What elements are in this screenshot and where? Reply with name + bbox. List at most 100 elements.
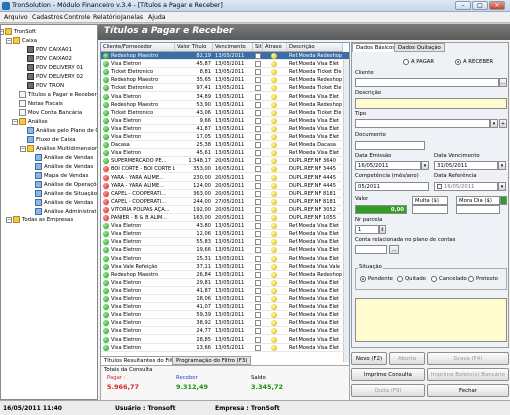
sit-checkbox[interactable] [255,223,261,230]
table-row[interactable]: Visa Vale Refeição 37,11 13/05/2011 Ref.Moe… [101,263,349,271]
tree-node-item[interactable]: Títulos a Pagar e Receber [19,90,97,99]
sit-checkbox[interactable] [255,328,261,335]
a-receber-radio[interactable] [455,59,461,65]
col-header-descricao[interactable]: Descrição [287,43,343,52]
conta-lookup-button[interactable]: … [389,245,399,254]
table-row[interactable]: Visa Eletron 18,06 13/05/2011 Ref.Moeda Vis… [101,295,349,304]
mora-select[interactable]: Mora Dia ($) [456,196,500,205]
cliente-lookup-button[interactable]: … [499,78,507,87]
menu-controle[interactable]: Controle [64,14,90,21]
table-row[interactable]: Visa Eletron 15,31 13/05/2011 Ref.Moeda Vis… [101,255,349,263]
table-row[interactable]: Visa Eletron 12,06 13/05/2011 Ref.Moeda Vis… [101,230,349,239]
quitado-radio[interactable] [397,276,403,282]
sit-checkbox[interactable] [255,85,261,92]
table-row[interactable]: Redeshop Maestro 53,90 13/05/2011 Ref.Moeda… [101,101,349,109]
sit-checkbox[interactable] [255,279,261,286]
sit-checkbox[interactable] [255,304,261,311]
table-row[interactable]: Visa Eletron 38,92 13/05/2011 Ref.Moeda Vis… [101,319,349,328]
table-row[interactable]: Visa Eletron 43,80 13/05/2011 Ref.Moeda Vis… [101,222,349,231]
table-row[interactable]: Visa Eletron 24,77 13/05/2011 Ref.Moeda Vis… [101,327,349,336]
maximize-icon[interactable]: □ [472,1,488,10]
sit-checkbox[interactable] [255,53,261,59]
sit-checkbox[interactable] [255,69,261,76]
imprime-boleto-button[interactable]: Imprime Boleto(s) Bancário [427,368,509,381]
sit-checkbox[interactable] [255,142,261,149]
sit-checkbox[interactable] [255,174,261,181]
emissao-field[interactable]: 16/05/2011 [355,161,421,170]
table-row[interactable]: Visa Eletron 55,83 13/05/2011 Ref.Moeda Vis… [101,238,349,247]
table-row[interactable]: YARA - YARA ALIME... 230,00 20/05/2011 DUPL… [101,174,349,182]
table-row[interactable]: Visa Eletron 41,07 13/05/2011 Ref.Moeda Vis… [101,303,349,312]
sit-checkbox[interactable] [255,215,261,221]
table-row[interactable]: Visa Eletron 29,81 13/05/2011 Ref.Moeda Vis… [101,279,349,287]
sit-checkbox[interactable] [255,150,261,157]
close-icon[interactable]: × [489,1,505,10]
multa-field[interactable] [412,205,448,214]
referencia-chevron-down-icon[interactable]: ▾ [498,182,506,191]
sit-checkbox[interactable] [255,312,261,319]
tree-node-pdv[interactable]: PDV DELIVERY 02 [27,72,83,81]
col-header-valor[interactable]: Valor Título [175,43,213,52]
referencia-field[interactable]: 16/05/2011 [434,182,498,191]
sit-checkbox[interactable] [255,166,261,173]
vencimento-chevron-down-icon[interactable]: ▾ [498,161,506,170]
a-pagar-radio[interactable] [403,59,409,65]
tab-dados-quitacao[interactable]: Dados Quitação [394,43,445,52]
tree-node-item[interactable]: Mov Conta Bancária [19,108,82,117]
tree-node-multi[interactable]: Análise de Vendas [35,162,93,171]
conta-field[interactable] [355,245,387,254]
table-row[interactable]: CAPEL - COOPERATI... 244,00 27/05/2011 DUPL… [101,198,349,206]
tree-node-caixa[interactable]: Caixa [13,36,37,45]
novo-button[interactable]: Novo (F2) [351,352,387,365]
sit-checkbox[interactable] [255,77,261,84]
table-row[interactable]: CAPEL - COOPERATI... 363,00 20/05/2011 DUPL… [101,190,349,198]
tree-expander-icon[interactable]: − [20,145,26,152]
fechar-button[interactable]: Fechar [427,384,509,397]
mora-green-button[interactable] [500,196,507,205]
grava-button[interactable]: Grava (F4) [427,352,509,365]
sit-checkbox[interactable] [255,239,261,246]
tree-node-todas-empresas[interactable]: Todas as Empresas [13,215,73,224]
table-row[interactable]: Visa Eletron 19,66 13/05/2011 Ref.Moeda Vis… [101,246,349,255]
protesto-radio[interactable] [468,276,474,282]
sit-checkbox[interactable] [255,263,261,270]
col-header-atraso[interactable]: Atraso [263,43,287,52]
table-row[interactable]: Dacasa 25,38 13/05/2011 Ref.Moeda Dacasa [101,141,349,150]
table-row[interactable]: Visa Eletron 9,66 13/05/2011 Ref.Moeda Visa… [101,117,349,125]
sit-checkbox[interactable] [255,206,261,213]
sit-checkbox[interactable] [255,320,261,327]
sit-checkbox[interactable] [255,61,261,68]
menu-arquivo[interactable]: Arquivo [4,14,28,21]
sit-checkbox[interactable] [255,125,261,132]
sit-checkbox[interactable] [255,198,261,205]
table-row[interactable]: Ticket Eletronico 43,06 13/05/2011 Ref.Moed… [101,109,349,117]
table-row[interactable]: SUPERMERCADO PE... 1.348,17 20/05/2011 DUPL… [101,157,349,166]
sit-checkbox[interactable] [255,231,261,238]
competencia-field[interactable]: 05/2011 [355,182,429,191]
tree-node-multi[interactable]: Análise de Vendas [35,198,93,207]
tree-node-multi[interactable]: Análise de Vendas [35,153,93,162]
mora-field[interactable] [456,205,500,214]
menu-ajuda[interactable]: Ajuda [148,14,166,21]
table-row[interactable]: Visa Eletron 59,39 13/05/2011 Ref.Moeda Vis… [101,311,349,320]
sit-checkbox[interactable] [255,255,261,262]
menu-janelas[interactable]: Janelas [121,14,143,21]
sit-checkbox[interactable] [255,336,261,343]
table-row[interactable]: BOI CORTE - BOI CORTE LTDA 353,00 16/05/20… [101,165,349,174]
sit-checkbox[interactable] [255,344,261,351]
sit-checkbox[interactable] [255,190,261,197]
tree-node-multi[interactable]: Análise de Operações [35,180,97,189]
aborta-button[interactable]: Aborta [389,352,425,365]
col-header-vencimento[interactable]: Vencimento [213,43,253,52]
table-row[interactable]: YARA - YARA ALIME... 124,00 20/05/2011 DUPL… [101,182,349,190]
tree-node-multi[interactable]: Mapa de Vendas [35,171,88,180]
sit-checkbox[interactable] [255,134,261,140]
parcela-field[interactable]: 1 [355,225,379,234]
tree-node-multi[interactable]: Análise de Situação [35,189,97,198]
cliente-field[interactable] [355,78,499,87]
tree-node-root[interactable]: TronSoft [5,27,36,36]
sit-checkbox[interactable] [255,296,261,302]
table-row[interactable]: Redeshop Maestro 82,19 13/05/2011 Ref.Moeda… [101,52,349,61]
multa-select[interactable]: Multa ($) [412,196,448,205]
tree-node-pdv[interactable]: PDV CAIXA02 [27,54,72,63]
